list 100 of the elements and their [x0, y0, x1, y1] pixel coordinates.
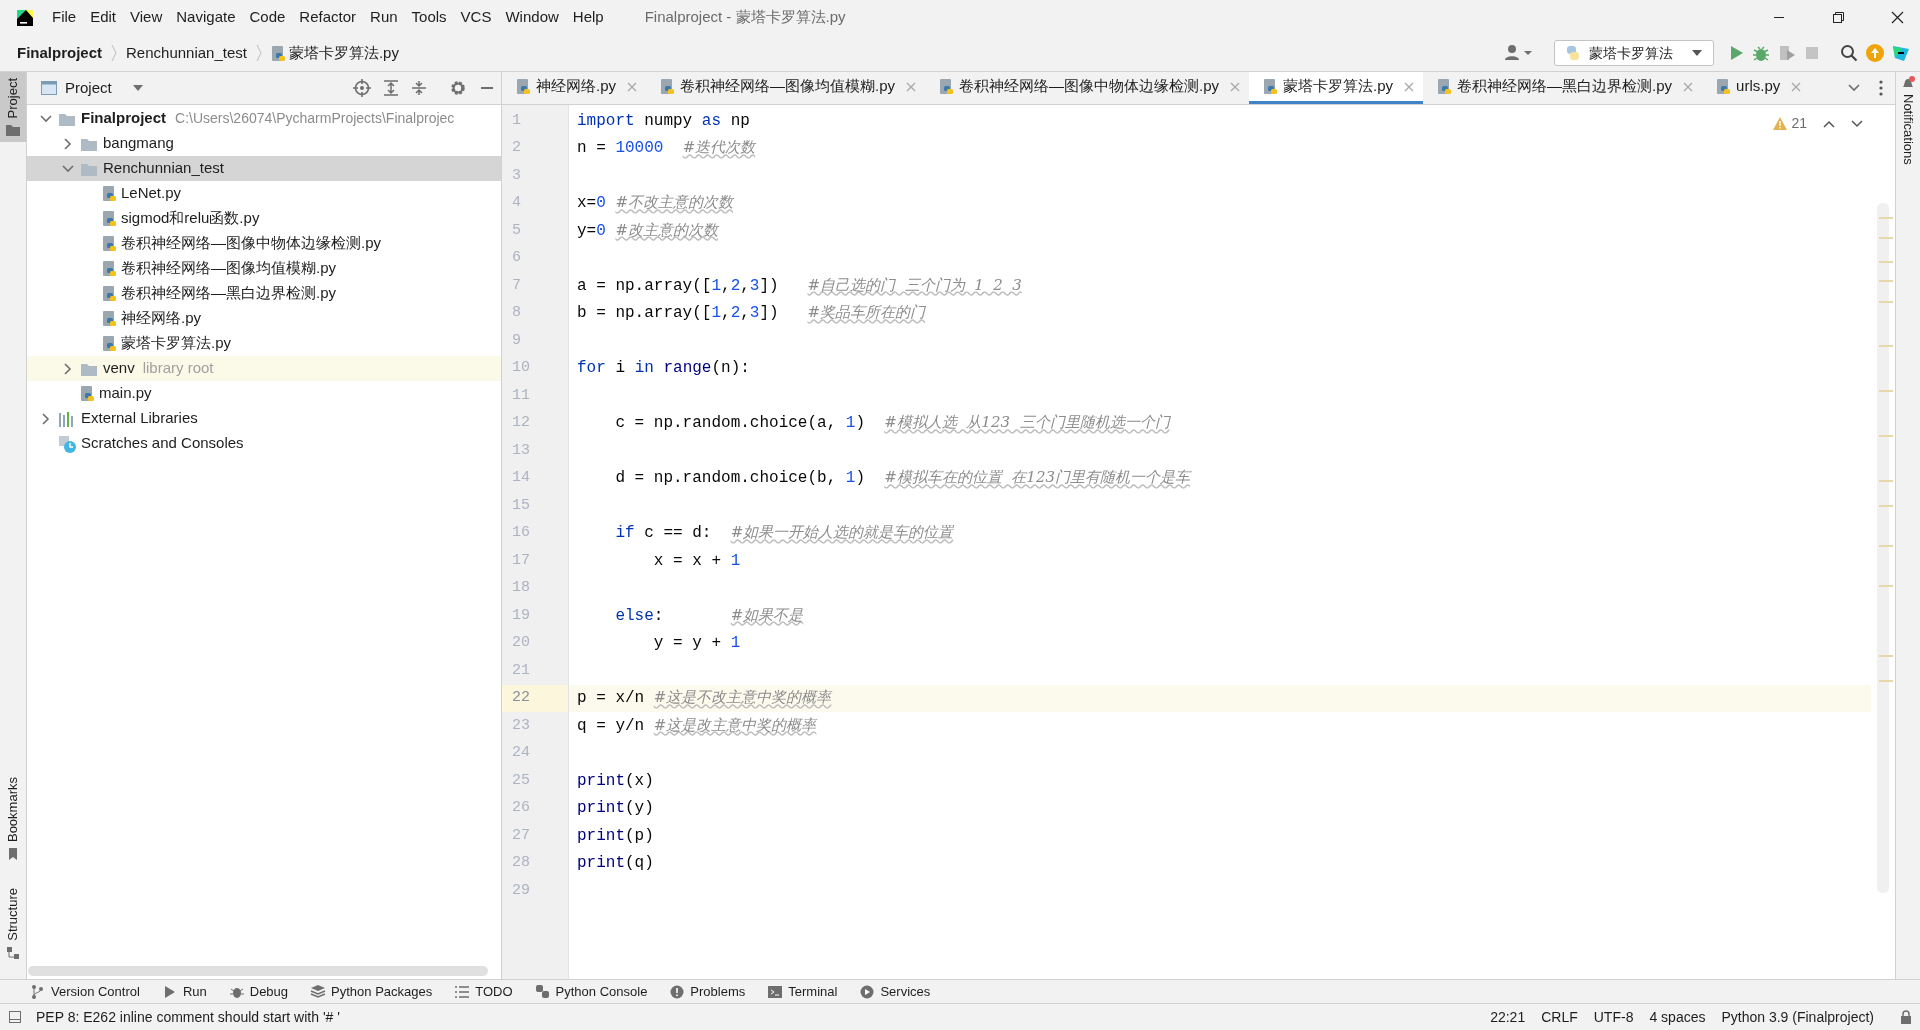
menu-item[interactable]: View — [123, 3, 170, 32]
editor-tab[interactable]: 卷积神经网络—黑白边界检测.py — [1423, 72, 1703, 104]
tool-window-button[interactable]: Terminal — [767, 981, 838, 1002]
tree-item[interactable]: main.py — [27, 381, 501, 406]
code-line: print(q) — [577, 853, 654, 875]
menu-item[interactable]: VCS — [453, 3, 499, 32]
code-line: p = x/n #这是不改主意中奖的概率 — [577, 687, 832, 710]
tree-item[interactable]: LeNet.py — [27, 181, 501, 206]
code-line: print(y) — [577, 798, 654, 820]
chevron-up-icon[interactable] — [1823, 119, 1835, 128]
tree-item[interactable]: 神经网络.py — [27, 306, 501, 331]
menu-item[interactable]: Run — [363, 3, 405, 32]
tool-window-tab[interactable]: Structure — [0, 882, 26, 965]
menu-item[interactable]: Tools — [404, 3, 454, 32]
run-icon[interactable] — [1728, 45, 1744, 61]
chevron-down-icon[interactable] — [1851, 119, 1863, 128]
caret-icon — [1691, 49, 1703, 57]
python-file-icon — [1716, 79, 1731, 94]
collapse-all-icon[interactable] — [411, 80, 427, 96]
tree-item[interactable]: 卷积神经网络—黑白边界检测.py — [27, 281, 501, 306]
status-item[interactable]: Python 3.9 (Finalproject) — [1721, 1006, 1874, 1028]
tool-window-button[interactable]: Run — [161, 981, 207, 1002]
python-file-icon — [1263, 79, 1278, 94]
menu-item[interactable]: Window — [498, 3, 566, 32]
menu-item[interactable]: Code — [242, 3, 293, 32]
tool-window-tab[interactable]: Bookmarks — [0, 771, 26, 867]
tree-item[interactable]: Scratches and Consoles — [27, 431, 501, 456]
python-file-icon — [102, 236, 116, 251]
tool-window-button[interactable]: Version Control — [30, 981, 140, 1002]
code-line: print(p) — [577, 825, 654, 847]
user-dropdown-icon[interactable] — [1504, 44, 1534, 62]
editor-tab[interactable]: 蒙塔卡罗算法.py — [1249, 72, 1424, 104]
tree-item[interactable]: venv library root — [27, 356, 501, 381]
tree-item[interactable]: sigmod和relu函数.py — [27, 206, 501, 231]
settings-icon[interactable] — [449, 79, 467, 97]
locate-icon[interactable] — [353, 79, 371, 97]
chevron-right-icon — [110, 43, 118, 63]
tree-item[interactable]: Renchunnian_test — [27, 156, 501, 181]
breadcrumb[interactable]: Renchunnian_test — [124, 41, 249, 65]
window-icon — [41, 81, 57, 95]
python-icon — [1565, 45, 1581, 61]
code-line: import numpy as np — [577, 110, 750, 132]
python-file-icon — [102, 286, 116, 301]
bookmark-icon — [7, 848, 19, 861]
tool-window-button[interactable]: Python Packages — [310, 981, 433, 1002]
run-with-coverage-icon[interactable] — [1778, 44, 1796, 62]
breadcrumb[interactable]: 蒙塔卡罗算法.py — [268, 41, 401, 65]
run-configuration-dropdown[interactable]: 蒙塔卡罗算法 — [1554, 40, 1714, 66]
panel-toggle-icon[interactable] — [8, 1010, 22, 1024]
tool-window-button[interactable]: Python Console — [534, 981, 648, 1002]
editor-tab[interactable]: 神经网络.py — [502, 72, 646, 104]
code-line: if c == d: #如果一开始人选的就是车的位置 — [614, 522, 954, 545]
menu-item[interactable]: File — [45, 3, 84, 32]
console-icon — [534, 983, 551, 1000]
lock-icon[interactable] — [1900, 1010, 1912, 1024]
vertical-scrollbar[interactable] — [1877, 203, 1889, 893]
tool-window-button[interactable]: TODO — [454, 981, 513, 1002]
project-view-dropdown[interactable]: Project — [41, 76, 144, 100]
expand-all-icon[interactable] — [383, 80, 399, 96]
notifications-bell-icon[interactable] — [1901, 76, 1915, 90]
tree-item[interactable]: 蒙塔卡罗算法.py — [27, 331, 501, 356]
status-item[interactable]: 4 spaces — [1649, 1006, 1706, 1028]
folder-icon — [6, 124, 20, 137]
editor-tab[interactable]: 卷积神经网络—图像均值模糊.py — [646, 72, 926, 104]
status-item[interactable]: UTF-8 — [1593, 1006, 1634, 1028]
tree-item[interactable]: bangmang — [27, 131, 501, 156]
horizontal-scrollbar[interactable] — [28, 966, 488, 976]
status-item[interactable]: CRLF — [1541, 1006, 1578, 1028]
warning-count[interactable]: 21 — [1773, 113, 1807, 134]
search-icon[interactable] — [1840, 44, 1858, 62]
editor-tab[interactable]: urls.py — [1702, 72, 1811, 104]
close-icon[interactable] — [1403, 80, 1416, 93]
status-item[interactable]: 22:21 — [1490, 1006, 1526, 1028]
tree-item[interactable]: External Libraries — [27, 406, 501, 431]
breadcrumb[interactable]: Finalproject — [15, 41, 104, 65]
code-line: d = np.random.choice(b, 1) #模拟车在的位置 在123门里有随机一个是车 — [614, 467, 1190, 490]
debug-icon[interactable] — [1752, 44, 1770, 62]
python-file-icon — [270, 45, 285, 61]
menu-item[interactable]: Refactor — [292, 3, 364, 32]
toolbox-logo-icon[interactable] — [1892, 44, 1910, 62]
python-file-icon — [102, 311, 116, 326]
vcs-icon — [30, 983, 46, 1000]
editor-tab[interactable]: 卷积神经网络—图像中物体边缘检测.py — [925, 72, 1250, 104]
python-file-icon — [516, 79, 530, 94]
menu-item[interactable]: Help — [565, 3, 611, 32]
python-file-icon — [939, 79, 954, 94]
library-icon — [58, 410, 76, 427]
tool-window-button[interactable]: Problems — [669, 981, 746, 1002]
tree-item[interactable]: Finalproject C:\Users\26074\PycharmProjects\Finalprojec — [27, 106, 501, 131]
tree-item[interactable]: 卷积神经网络—图像均值模糊.py — [27, 256, 501, 281]
menu-item[interactable]: Edit — [83, 3, 124, 32]
tree-item[interactable]: 卷积神经网络—图像中物体边缘检测.py — [27, 231, 501, 256]
tool-window-tab[interactable]: Project — [0, 72, 26, 143]
more-icon[interactable] — [1879, 80, 1883, 96]
line-number: 22 — [502, 684, 568, 712]
tool-window-button[interactable]: Services — [859, 981, 931, 1002]
caret-icon — [131, 84, 144, 92]
notifications-tab[interactable]: Notifications — [1898, 94, 1918, 165]
tool-window-button[interactable]: Debug — [228, 981, 289, 1002]
menu-item[interactable]: Navigate — [169, 3, 243, 32]
